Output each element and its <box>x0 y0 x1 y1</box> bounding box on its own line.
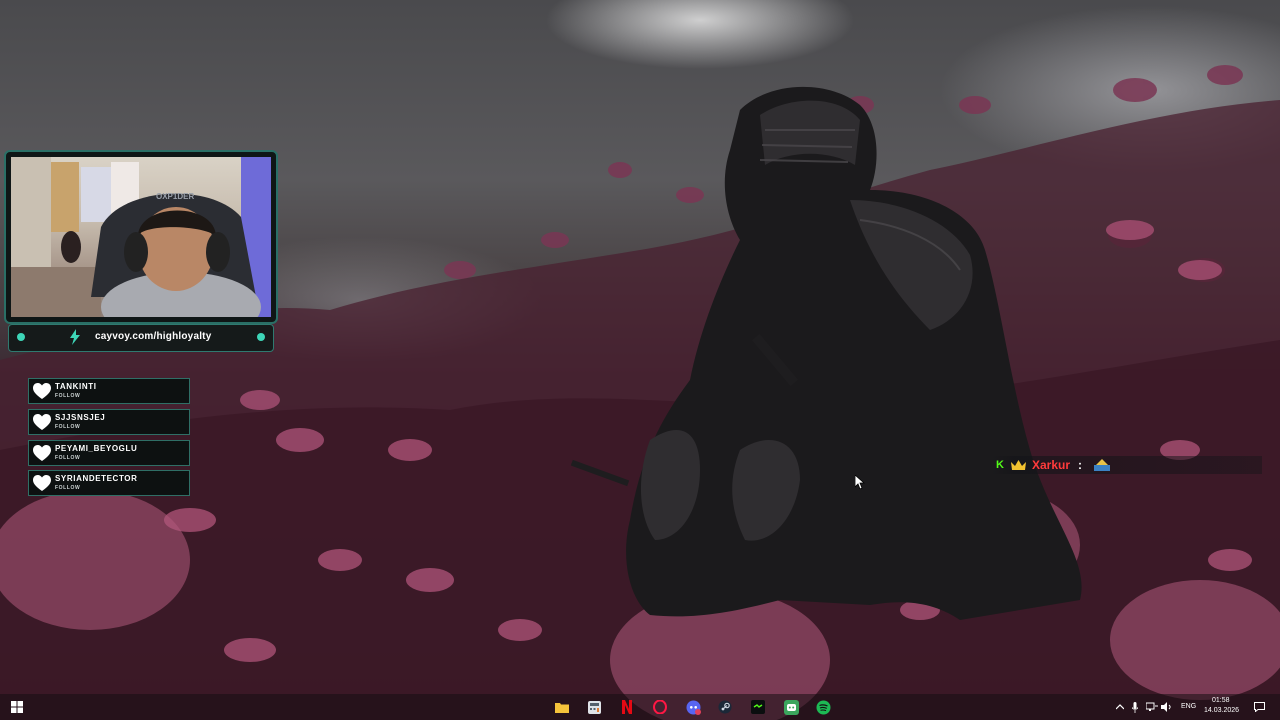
follower-name: TANKINTI <box>55 382 97 391</box>
taskbar-app-discord[interactable] <box>782 698 800 716</box>
taskbar-app-file-explorer[interactable] <box>553 698 571 716</box>
mouse-cursor-icon <box>855 475 865 489</box>
webcam-feed: OXP1DER <box>11 157 271 317</box>
follow-label: FOLLOW <box>55 424 81 430</box>
follower-alert: SYRIANDETECTOR FOLLOW <box>28 470 190 496</box>
clock-time[interactable]: 01:58 <box>1212 697 1230 704</box>
webcam-link-bar: cayvoy.com/highloyalty <box>8 324 274 352</box>
heart-icon <box>33 383 51 399</box>
decor-dot-icon <box>17 333 25 341</box>
tray-volume-icon[interactable] <box>1158 698 1176 716</box>
follow-label: FOLLOW <box>55 455 81 461</box>
crown-badge-icon <box>1011 460 1026 470</box>
taskbar-app-opera-gx[interactable] <box>651 698 669 716</box>
heart-icon <box>33 414 51 430</box>
taskbar-app-discord-ptb[interactable] <box>684 698 702 716</box>
chair-brand: OXP1DER <box>156 192 194 201</box>
follow-label: FOLLOW <box>55 485 81 491</box>
follower-name: SJJSNSJEJ <box>55 413 106 422</box>
decor-dot-icon <box>257 333 265 341</box>
follower-alert: TANKINTI FOLLOW <box>28 378 190 404</box>
kick-badge-icon: K <box>996 459 1004 471</box>
heart-icon <box>33 445 51 461</box>
follower-name: PEYAMI_BEYOGLU <box>55 444 138 453</box>
windows-icon <box>11 701 23 713</box>
wallpaper-art <box>0 65 1280 720</box>
webcam-image: OXP1DER <box>11 157 271 317</box>
language-indicator[interactable]: ENG <box>1181 703 1196 710</box>
clock-date[interactable]: 14.03.2026 <box>1204 707 1239 714</box>
steam-icon <box>718 700 732 714</box>
netflix-icon <box>622 700 632 714</box>
chat-separator: : <box>1078 458 1082 472</box>
opera-gx-icon <box>653 700 667 714</box>
follower-alert: SJJSNSJEJ FOLLOW <box>28 409 190 435</box>
heart-icon <box>33 475 51 491</box>
lightning-icon <box>70 329 80 345</box>
follower-name: SYRIANDETECTOR <box>55 474 138 483</box>
webcam-url: cayvoy.com/highloyalty <box>95 331 212 342</box>
follow-label: FOLLOW <box>55 393 81 399</box>
notification-icon[interactable] <box>1250 698 1268 716</box>
kick-icon <box>751 700 765 714</box>
spotify-icon <box>816 700 830 714</box>
taskbar-app-spotify[interactable] <box>814 698 832 716</box>
taskbar: ENG 01:58 14.03.2026 <box>0 694 1280 720</box>
chat-username: Xarkur <box>1032 458 1071 472</box>
chat-message: K Xarkur : <box>992 456 1262 474</box>
start-button[interactable] <box>8 698 26 716</box>
taskbar-app-kick[interactable] <box>749 698 767 716</box>
discord-icon <box>783 699 799 715</box>
taskbar-app-calculator[interactable] <box>585 698 603 716</box>
calculator-icon <box>587 700 601 714</box>
taskbar-app-steam[interactable] <box>716 698 734 716</box>
follower-alert: PEYAMI_BEYOGLU FOLLOW <box>28 440 190 466</box>
tray-microphone-icon[interactable] <box>1126 698 1144 716</box>
taskbar-app-netflix[interactable] <box>618 698 636 716</box>
folder-icon <box>555 703 569 713</box>
webcam-frame: OXP1DER <box>4 150 278 324</box>
desktop-wallpaper <box>0 0 1280 720</box>
discord-ptb-icon <box>686 700 701 715</box>
emote-icon <box>1094 459 1110 471</box>
